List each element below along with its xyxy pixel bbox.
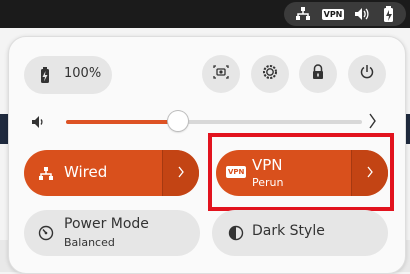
- volume-icon: [352, 2, 372, 26]
- battery-icon: [40, 67, 50, 87]
- power-mode-sublabel: Balanced: [64, 236, 115, 249]
- battery-button[interactable]: 100%: [24, 56, 112, 94]
- dark-style-toggle[interactable]: Dark Style: [212, 210, 388, 256]
- vpn-badge: VPN: [321, 8, 345, 20]
- settings-icon: [262, 64, 278, 84]
- power-mode-toggle[interactable]: Power Mode Balanced: [24, 210, 200, 256]
- power-icon: [359, 64, 375, 84]
- network-icon: [292, 2, 314, 26]
- chevron-right-icon[interactable]: [367, 112, 377, 134]
- screenshot-icon: [213, 64, 229, 84]
- battery-icon: [378, 2, 400, 26]
- volume-slider-handle[interactable]: [168, 111, 188, 131]
- network-icon: [38, 166, 54, 185]
- chevron-right-icon: [177, 164, 185, 183]
- settings-button[interactable]: [251, 55, 289, 93]
- dark-style-label: Dark Style: [252, 223, 325, 239]
- power-button[interactable]: [348, 55, 386, 93]
- wired-label: Wired: [64, 163, 108, 181]
- highlight-box: [208, 133, 394, 211]
- volume-slider[interactable]: [66, 111, 362, 131]
- screenshot-button[interactable]: [202, 55, 240, 93]
- power-mode-label: Power Mode: [64, 216, 149, 232]
- vpn-icon: VPN: [321, 2, 345, 26]
- lock-button[interactable]: [299, 55, 337, 93]
- power-mode-icon: [38, 225, 54, 245]
- lock-icon: [311, 64, 325, 84]
- volume-icon[interactable]: [31, 114, 47, 133]
- wired-toggle[interactable]: Wired: [24, 150, 199, 196]
- wired-toggle-main[interactable]: Wired: [24, 150, 163, 196]
- dark-style-icon: [228, 225, 244, 245]
- system-tray[interactable]: VPN: [284, 2, 406, 26]
- battery-percentage: 100%: [64, 66, 102, 81]
- volume-slider-fill: [66, 120, 178, 124]
- wired-menu-button[interactable]: [162, 150, 199, 196]
